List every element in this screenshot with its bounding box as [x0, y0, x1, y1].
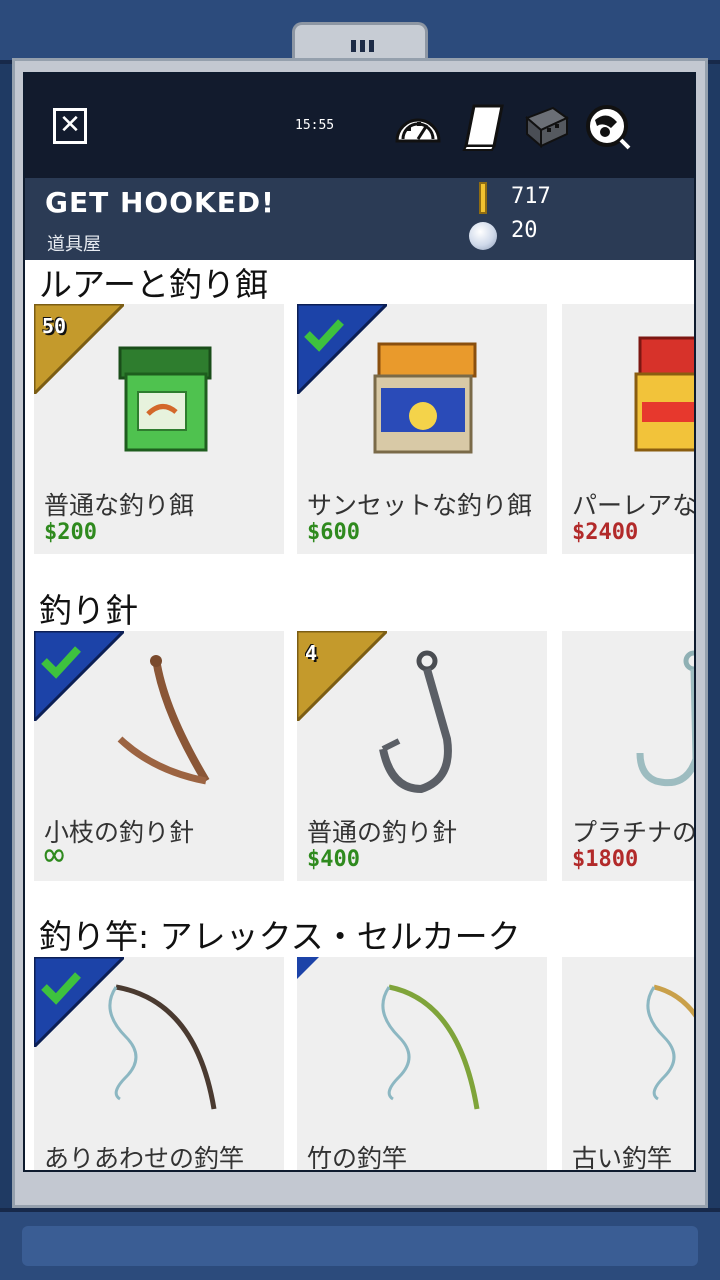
item-price: $400 — [307, 847, 360, 872]
speedometer-icon[interactable] — [393, 102, 443, 152]
item-price: $1800 — [572, 847, 639, 872]
bait-jar-green-image — [118, 346, 212, 452]
twig-hook-image — [117, 655, 210, 785]
item-name: 小枝の釣り針 — [44, 818, 195, 847]
device-frame-bottom — [0, 1208, 720, 1280]
item-name: ありあわせの釣竿 — [44, 1144, 245, 1172]
shop-header: GET HOOKED! 道具屋 717 20 — [25, 178, 694, 260]
section-title-rods: 釣り竿: アレックス・セルカーク — [39, 917, 521, 956]
close-icon: ✕ — [59, 110, 81, 140]
shop-item-card[interactable]: 50 普通な釣り餌 $200 — [34, 304, 284, 554]
device-notch — [292, 22, 428, 60]
clock: 15:55 — [295, 118, 335, 133]
pearl-balance: 20 — [511, 218, 538, 243]
shop-item-card[interactable]: 竹の釣竿 — [297, 957, 547, 1172]
no-fishing-icon[interactable] — [583, 102, 633, 152]
platinum-hook-image — [636, 650, 694, 787]
item-price: $2400 — [572, 520, 639, 545]
coin-balance: 717 — [511, 184, 551, 209]
steel-hook-image — [379, 650, 452, 794]
device-frame-top — [0, 0, 720, 64]
item-name: プラチナの釣 — [572, 818, 696, 847]
page-title: GET HOOKED! — [45, 186, 275, 219]
makeshift-rod-image — [108, 984, 217, 1110]
bait-jar-sunset-image — [373, 342, 477, 454]
item-name: 普通の釣り針 — [307, 818, 458, 847]
pearl-icon — [469, 222, 497, 250]
top-bar: ✕ 15:55 — [25, 74, 694, 178]
shop-item-card[interactable]: パーレアな釣 $2400 — [562, 304, 696, 554]
old-rod-image — [646, 984, 694, 1101]
shop-item-card[interactable]: 古い釣竿 — [562, 957, 694, 1172]
count-badge-label: 4 — [305, 641, 318, 665]
count-badge-label: 50 — [42, 314, 67, 338]
item-name: 普通な釣り餌 — [44, 491, 195, 520]
item-price: $600 — [307, 520, 360, 545]
shop-screen: ✕ 15:55 GET HOOKED! 道具屋 717 20 ルアーと釣り餌 5… — [23, 72, 696, 1172]
owned-badge — [34, 631, 124, 721]
item-name: 古い釣竿 — [572, 1144, 673, 1172]
infinite-count: ∞ — [44, 835, 65, 875]
tackle-box-icon[interactable] — [521, 102, 571, 152]
shop-item-card[interactable]: プラチナの釣 $1800 — [562, 631, 696, 881]
close-button[interactable]: ✕ — [53, 108, 87, 144]
section-title-hooks: 釣り針 — [39, 591, 138, 630]
bait-jar-rare-image — [634, 336, 694, 452]
item-name: パーレアな釣 — [572, 491, 696, 520]
bamboo-rod-image — [381, 984, 480, 1110]
coin-icon — [479, 182, 487, 214]
item-name: 竹の釣竿 — [307, 1144, 408, 1172]
shop-item-card[interactable]: 小枝の釣り針 ∞ — [34, 631, 284, 881]
shop-item-card[interactable]: サンセットな釣り餌 $600 — [297, 304, 547, 554]
page-subtitle: 道具屋 — [47, 234, 101, 255]
shop-item-card[interactable]: 4 普通の釣り針 $400 — [297, 631, 547, 881]
shop-item-card[interactable]: ありあわせの釣竿 — [34, 957, 284, 1172]
journal-icon[interactable] — [459, 102, 509, 152]
owned-badge-small — [297, 957, 319, 979]
item-price: $200 — [44, 520, 97, 545]
item-name: サンセットな釣り餌 — [307, 491, 533, 520]
section-title-lures: ルアーと釣り餌 — [39, 265, 269, 304]
